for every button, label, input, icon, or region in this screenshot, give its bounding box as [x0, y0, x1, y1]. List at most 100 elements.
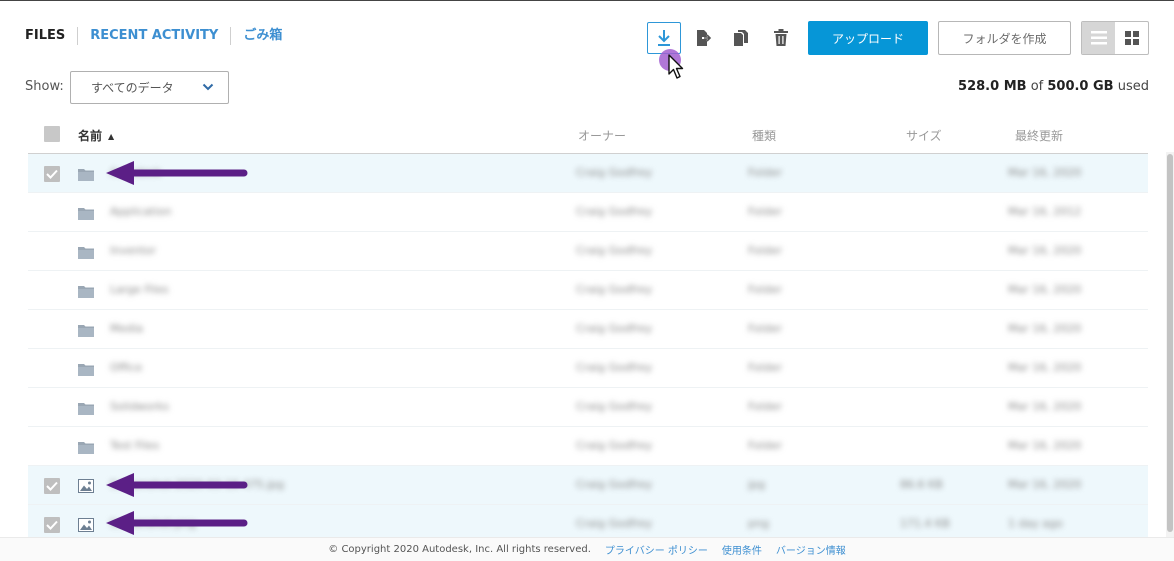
terms-of-use-link[interactable]: 使用条件: [722, 542, 762, 557]
file-modified: Mar 16, 2020: [1008, 322, 1082, 335]
copy-button[interactable]: [724, 22, 758, 54]
file-kind: Folder: [748, 205, 782, 218]
file-size: 171.4 KB: [900, 517, 950, 530]
file-kind: Folder: [748, 244, 782, 257]
mouse-cursor-icon: [668, 54, 684, 79]
data-filter-dropdown[interactable]: すべてのデータ: [70, 71, 229, 104]
storage-usage: 528.0 MB of 500.0 GB used: [958, 79, 1149, 94]
table-row[interactable]: Media Craig Godfrey Folder Mar 16, 2020: [28, 310, 1148, 349]
file-name[interactable]: Large Files: [110, 283, 169, 296]
file-owner: Craig Godfrey: [576, 322, 653, 335]
file-modified: 1 day ago: [1008, 517, 1063, 530]
file-owner: Craig Godfrey: [576, 361, 653, 374]
column-name-label: 名前: [78, 129, 103, 143]
column-header-name[interactable]: 名前 ▲: [78, 127, 114, 144]
annotation-arrow-icon: [106, 473, 248, 497]
file-modified: Mar 16, 2020: [1008, 283, 1082, 296]
folder-icon: [78, 400, 94, 419]
file-modified: Mar 16, 2020: [1008, 166, 1082, 179]
row-checkbox[interactable]: [44, 517, 60, 533]
file-kind: jpg: [748, 478, 766, 491]
list-view-icon: [1090, 31, 1107, 45]
column-header-owner[interactable]: オーナー: [578, 127, 626, 144]
tab-recent-activity[interactable]: RECENT ACTIVITY: [90, 27, 232, 45]
folder-icon: [78, 205, 94, 224]
folder-icon: [78, 244, 94, 263]
file-owner: Craig Godfrey: [576, 478, 653, 491]
chevron-down-icon: [202, 83, 214, 91]
create-folder-button[interactable]: フォルダを作成: [938, 21, 1071, 55]
table-row[interactable]: Office Craig Godfrey Folder Mar 16, 2020: [28, 349, 1148, 388]
file-size: 86.6 KB: [900, 478, 943, 491]
file-name[interactable]: Inventor: [110, 244, 156, 257]
view-mode-toggle: [1081, 21, 1149, 55]
row-checkbox[interactable]: [44, 478, 60, 494]
table-row[interactable]: Application Craig Godfrey Folder Mar 16, 20…: [28, 193, 1148, 232]
file-owner: Craig Godfrey: [576, 517, 653, 530]
move-button[interactable]: [686, 22, 720, 54]
file-owner: Craig Godfrey: [576, 400, 653, 413]
file-owner: Craig Godfrey: [576, 439, 653, 452]
file-modified: Mar 16, 2020: [1008, 244, 1082, 257]
move-icon: [697, 30, 712, 46]
column-header-kind[interactable]: 種類: [752, 127, 776, 144]
file-name[interactable]: Test Files: [110, 439, 159, 452]
file-name[interactable]: Office: [110, 361, 142, 374]
file-modified: Mar 16, 2020: [1008, 439, 1082, 452]
privacy-policy-link[interactable]: プライバシー ポリシー: [605, 542, 708, 557]
column-header-modified[interactable]: 最終更新: [1015, 127, 1063, 144]
file-name[interactable]: Media: [110, 322, 143, 335]
select-all-checkbox[interactable]: [44, 126, 60, 142]
file-kind: Folder: [748, 283, 782, 296]
upload-button[interactable]: アップロード: [808, 21, 928, 55]
file-modified: Mar 16, 2020: [1008, 478, 1082, 491]
file-owner: Craig Godfrey: [576, 283, 653, 296]
table-row[interactable]: Large Files Craig Godfrey Folder Mar 16, 20…: [28, 271, 1148, 310]
usage-total: 500.0 GB: [1047, 79, 1114, 94]
delete-icon: [774, 29, 788, 46]
file-owner: Craig Godfrey: [576, 244, 653, 257]
row-checkbox[interactable]: [44, 205, 60, 221]
usage-used: 528.0 MB: [958, 79, 1027, 94]
grid-view-icon: [1124, 31, 1139, 45]
file-owner: Craig Godfrey: [576, 166, 653, 179]
delete-button[interactable]: [764, 22, 798, 54]
dropdown-selected-value: すべてのデータ: [91, 81, 174, 95]
file-kind: Folder: [748, 439, 782, 452]
column-header-size[interactable]: サイズ: [906, 127, 942, 144]
tab-trash[interactable]: ごみ箱: [243, 27, 294, 45]
grid-view-button[interactable]: [1115, 22, 1148, 54]
table-row[interactable]: Solidworks Craig Godfrey Folder Mar 16, 202…: [28, 388, 1148, 427]
row-checkbox[interactable]: [44, 283, 60, 299]
table-row[interactable]: Test Files Craig Godfrey Folder Mar 16, 202…: [28, 427, 1148, 466]
download-button[interactable]: [647, 22, 681, 54]
list-view-button[interactable]: [1082, 22, 1115, 54]
file-owner: Craig Godfrey: [576, 205, 653, 218]
window-top-border: [0, 0, 1174, 1]
row-checkbox[interactable]: [44, 439, 60, 455]
copyright-text: © Copyright 2020 Autodesk, Inc. All righ…: [328, 544, 591, 555]
image-icon: [78, 478, 94, 497]
annotation-arrow-icon: [106, 161, 248, 185]
version-info-link[interactable]: バージョン情報: [776, 542, 846, 557]
tab-files[interactable]: FILES: [25, 27, 79, 45]
file-name[interactable]: Solidworks: [110, 400, 169, 413]
row-checkbox[interactable]: [44, 361, 60, 377]
row-checkbox[interactable]: [44, 244, 60, 260]
row-checkbox[interactable]: [44, 166, 60, 182]
file-kind: Folder: [748, 322, 782, 335]
file-name[interactable]: Application: [110, 205, 171, 218]
row-checkbox[interactable]: [44, 400, 60, 416]
file-table-header: 名前 ▲ オーナー 種類 サイズ 最終更新: [28, 117, 1148, 154]
usage-of: of: [1030, 79, 1044, 94]
file-kind: Folder: [748, 400, 782, 413]
row-checkbox[interactable]: [44, 322, 60, 338]
scrollbar-thumb[interactable]: [1167, 154, 1173, 532]
file-modified: Mar 16, 2012: [1008, 205, 1082, 218]
download-icon: [658, 30, 670, 46]
folder-icon: [78, 361, 94, 380]
sort-ascending-icon: ▲: [108, 132, 115, 141]
file-kind: Folder: [748, 166, 782, 179]
folder-icon: [78, 322, 94, 341]
table-row[interactable]: Inventor Craig Godfrey Folder Mar 16, 2020: [28, 232, 1148, 271]
